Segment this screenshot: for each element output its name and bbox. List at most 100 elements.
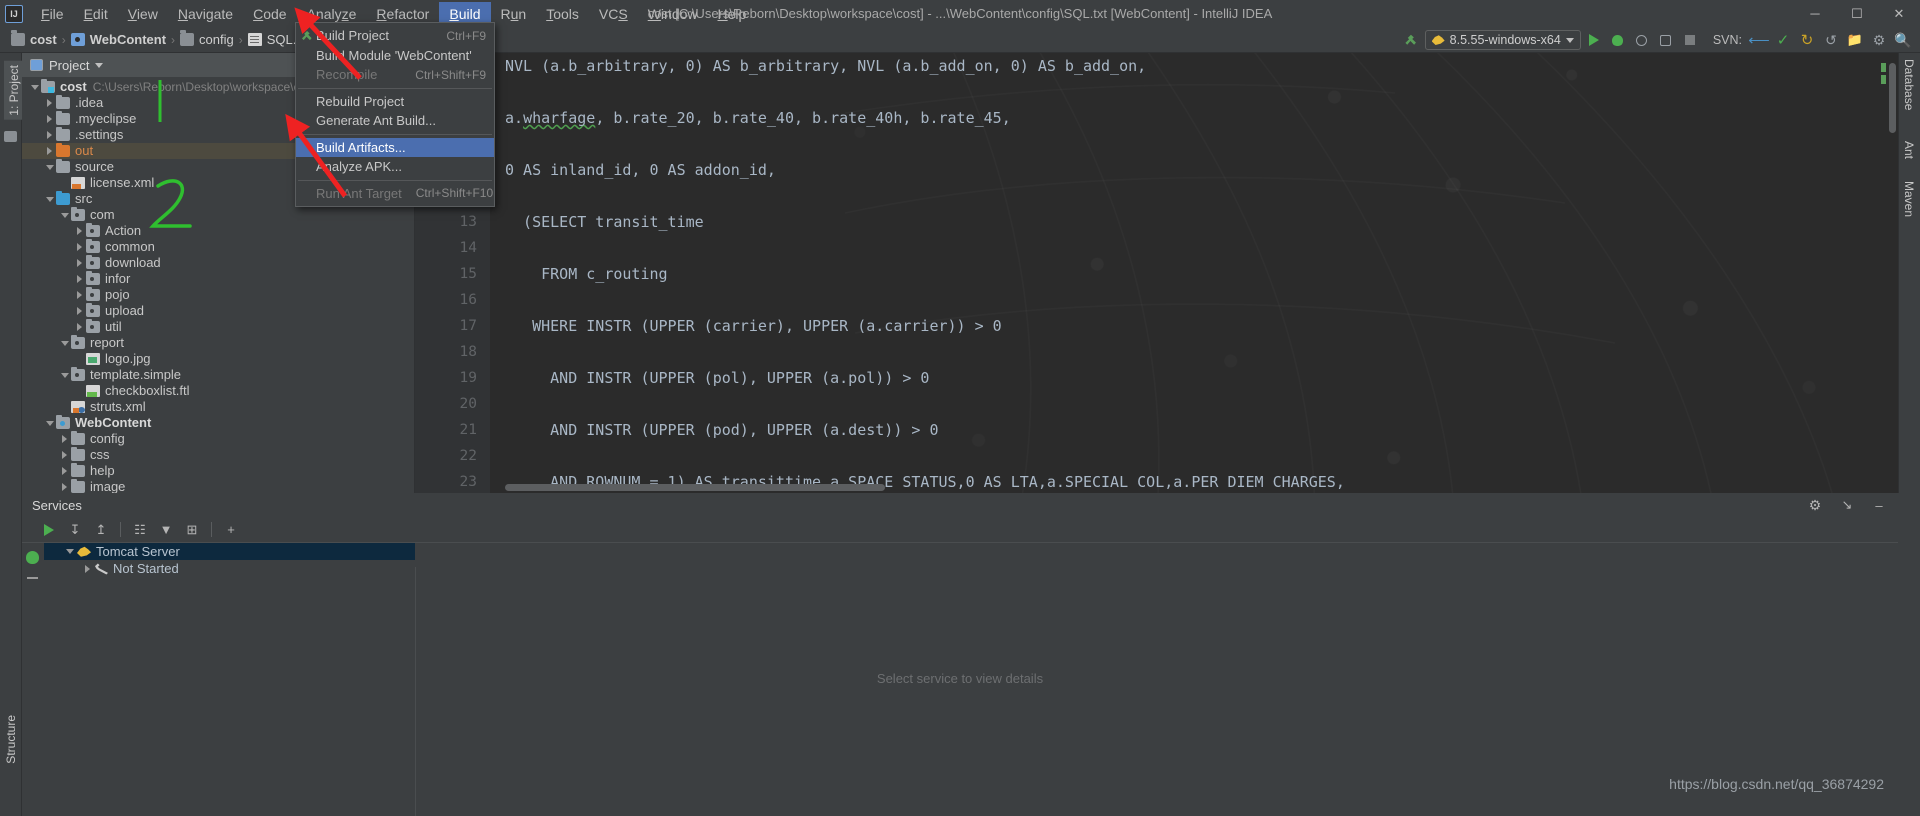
tree-node-template-simple[interactable]: template.simple [22, 366, 414, 383]
code-editor[interactable]: NVL (a.b_arbitrary, 0) AS b_arbitrary, N… [415, 53, 1898, 493]
build-menu-item-build-project[interactable]: Build Project Ctrl+F9 [296, 26, 494, 46]
tree-node-util[interactable]: util [22, 318, 414, 335]
build-menu-dropdown[interactable]: Build Project Ctrl+F9 Build Module 'WebCon… [295, 22, 495, 207]
menu-edit[interactable]: Edit [74, 2, 118, 26]
menu-tools[interactable]: Tools [536, 2, 589, 26]
add-icon[interactable]: + [220, 519, 242, 541]
chevron-right-icon[interactable] [73, 291, 86, 299]
tree-node-logo-jpg[interactable]: logo.jpg [22, 351, 414, 367]
group-icon[interactable]: ☷ [129, 519, 151, 541]
editor-marker-green[interactable] [1881, 75, 1886, 84]
chevron-down-icon[interactable] [43, 196, 56, 202]
expand-all-icon[interactable]: ↧ [64, 519, 86, 541]
tree-node-pojo[interactable]: pojo [22, 286, 414, 303]
tree-node-infor[interactable]: infor [22, 270, 414, 287]
tree-node-struts-xml[interactable]: struts.xml [22, 399, 414, 415]
chevron-right-icon[interactable] [73, 259, 86, 267]
search-icon[interactable]: 🔍 [1892, 29, 1914, 51]
run-icon[interactable] [38, 519, 60, 541]
breadcrumb-item-cost[interactable]: cost [8, 30, 60, 47]
tool-tab-structure[interactable]: Structure [4, 715, 18, 764]
debug-bug-icon[interactable] [26, 551, 39, 564]
tree-node-common[interactable]: common [22, 238, 414, 255]
maximize-button[interactable]: ☐ [1836, 0, 1878, 27]
minus-icon[interactable] [27, 577, 38, 579]
menu-file[interactable]: File [31, 2, 74, 26]
chevron-down-icon[interactable] [58, 372, 71, 378]
tree-node-com[interactable]: com [22, 206, 414, 223]
tool-tab-ant[interactable]: Ant [1902, 141, 1916, 159]
menu-view[interactable]: View [118, 2, 168, 26]
profile-icon[interactable] [1655, 29, 1677, 51]
tree-node-css[interactable]: css [22, 446, 414, 463]
chevron-down-icon[interactable] [58, 340, 71, 346]
chevron-right-icon[interactable] [73, 227, 86, 235]
build-hammer-icon[interactable] [1401, 29, 1423, 51]
chevron-right-icon[interactable] [58, 451, 71, 459]
coverage-icon[interactable] [1631, 29, 1653, 51]
service-node-not-started[interactable]: Not Started [44, 560, 1898, 577]
breadcrumb-item-webcontent[interactable]: WebContent [68, 32, 169, 47]
tree-node-help[interactable]: help [22, 462, 414, 479]
svn-history-icon[interactable]: ↺ [1820, 29, 1842, 51]
tree-node-download[interactable]: download [22, 254, 414, 271]
svn-rollback-icon[interactable]: ↻ [1796, 29, 1818, 51]
chevron-right-icon[interactable] [73, 307, 86, 315]
tree-node-image[interactable]: image [22, 478, 414, 493]
tree-node-checkboxlist-ftl[interactable]: checkboxlist.ftl [22, 383, 414, 399]
chevron-down-icon[interactable] [28, 84, 41, 90]
menu-run[interactable]: Run [491, 2, 537, 26]
chevron-right-icon[interactable] [43, 99, 56, 107]
tree-node-report[interactable]: report [22, 334, 414, 351]
collapse-all-icon[interactable]: ↥ [90, 519, 112, 541]
svn-update-icon[interactable]: ⟵ [1748, 29, 1770, 51]
menu-vcs[interactable]: VCS [589, 2, 638, 26]
chevron-down-icon[interactable] [58, 212, 71, 218]
chevron-down-icon[interactable] [43, 420, 56, 426]
editor-horizontal-scrollbar[interactable] [505, 484, 885, 491]
open-folder-icon[interactable]: 📁 [1844, 29, 1866, 51]
tree-node-upload[interactable]: upload [22, 302, 414, 319]
build-menu-item-build-module-webcontent[interactable]: Build Module 'WebContent' [296, 46, 494, 66]
chevron-right-icon[interactable] [58, 467, 71, 475]
add-frame-icon[interactable]: ⊞ [181, 519, 203, 541]
chevron-down-icon[interactable] [62, 549, 77, 554]
chevron-down-icon[interactable] [95, 62, 104, 68]
build-menu-item-build-artifacts[interactable]: Build Artifacts... [296, 137, 494, 157]
settings-gear-icon[interactable]: ⚙ [1804, 494, 1826, 516]
chevron-right-icon[interactable] [73, 243, 86, 251]
minimize-button[interactable]: ─ [1794, 0, 1836, 27]
settings-icon[interactable]: ⚙ [1868, 29, 1890, 51]
breadcrumb-item-config[interactable]: config [177, 30, 237, 47]
build-menu-item-generate-ant-build[interactable]: Generate Ant Build... [296, 111, 494, 131]
debug-icon[interactable] [1607, 29, 1629, 51]
build-menu-item-analyze-apk[interactable]: Analyze APK... [296, 157, 494, 177]
tool-tab-maven[interactable]: Maven [1902, 181, 1916, 217]
chevron-right-icon[interactable] [43, 147, 56, 155]
hide-icon[interactable]: ↘ [1836, 494, 1858, 516]
tree-node-webcontent[interactable]: WebContent [22, 414, 414, 431]
tree-node-config[interactable]: config [22, 430, 414, 447]
run-configuration-selector[interactable]: 8.5.55-windows-x64 [1424, 30, 1581, 50]
svn-commit-icon[interactable]: ✓ [1772, 29, 1794, 51]
chevron-right-icon[interactable] [58, 435, 71, 443]
chevron-right-icon[interactable] [80, 564, 95, 573]
chevron-right-icon[interactable] [43, 115, 56, 123]
minimize-icon[interactable]: – [1868, 494, 1890, 516]
chevron-right-icon[interactable] [43, 131, 56, 139]
project-strip-icon[interactable] [4, 131, 17, 142]
service-node-tomcat-server[interactable]: Tomcat Server [44, 543, 415, 560]
editor-marker-green[interactable] [1881, 63, 1886, 72]
close-button[interactable]: ✕ [1878, 0, 1920, 27]
stop-icon[interactable] [1679, 29, 1701, 51]
filter-icon[interactable]: ▼ [155, 519, 177, 541]
chevron-right-icon[interactable] [58, 483, 71, 491]
tree-node-action[interactable]: Action [22, 222, 414, 239]
editor-vertical-scrollbar[interactable] [1889, 63, 1896, 133]
chevron-right-icon[interactable] [73, 275, 86, 283]
tool-tab-project[interactable]: 1: Project [4, 61, 24, 120]
build-menu-item-rebuild-project[interactable]: Rebuild Project [296, 92, 494, 112]
run-icon[interactable] [1583, 29, 1605, 51]
menu-code[interactable]: Code [243, 2, 296, 26]
services-splitter[interactable] [415, 567, 416, 816]
